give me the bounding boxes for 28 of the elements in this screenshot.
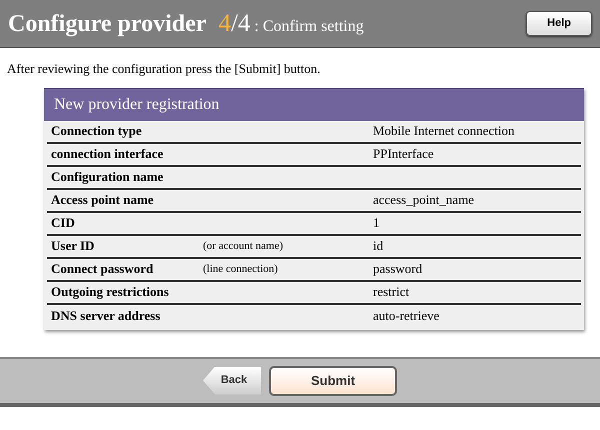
field-value: password bbox=[373, 260, 422, 278]
field-value: 1 bbox=[373, 214, 380, 232]
field-note: (or account name) bbox=[203, 238, 284, 254]
field-label: Outgoing restrictions bbox=[51, 283, 170, 302]
field-label: DNS server address bbox=[51, 307, 162, 326]
step-subtitle: : Confirm setting bbox=[254, 16, 364, 37]
field-label: connection interface bbox=[51, 145, 164, 164]
field-value: auto-retrieve bbox=[373, 307, 440, 326]
back-button[interactable]: Back bbox=[203, 366, 261, 394]
field-label: Access point name bbox=[51, 191, 155, 210]
field-label: Connect password bbox=[51, 260, 154, 278]
field-note: (line connection) bbox=[203, 262, 279, 277]
step-total: /4 bbox=[230, 8, 250, 39]
step-number: 4 bbox=[218, 8, 231, 39]
field-label: CID bbox=[51, 214, 76, 232]
instruction-text: After reviewing the configuration press the [Submit] button. bbox=[6, 60, 322, 78]
panel-title: New provider registration bbox=[44, 88, 584, 120]
field-label: Configuration name bbox=[51, 168, 164, 186]
help-button[interactable]: Help bbox=[526, 11, 592, 36]
field-value: restrict bbox=[373, 283, 410, 302]
field-value: access_point_name bbox=[373, 191, 474, 210]
field-value: id bbox=[373, 237, 384, 256]
field-label: User ID bbox=[51, 237, 96, 256]
field-value: Mobile Internet connection bbox=[373, 122, 515, 140]
page-title: Configure provider bbox=[8, 10, 206, 39]
field-label: Connection type bbox=[51, 122, 143, 140]
field-value: PPInterface bbox=[373, 145, 434, 164]
submit-button[interactable]: Submit bbox=[269, 366, 397, 396]
